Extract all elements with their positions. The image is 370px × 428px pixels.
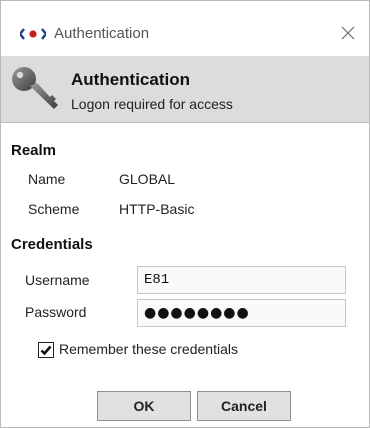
close-icon[interactable]	[340, 25, 356, 41]
cancel-button[interactable]: Cancel	[197, 391, 291, 421]
password-input[interactable]	[137, 299, 346, 327]
banner-title: Authentication	[71, 70, 190, 89]
window-title: Authentication	[54, 25, 150, 42]
banner-subtitle: Logon required for access	[71, 96, 233, 112]
realm-name-label: Name	[28, 171, 66, 187]
password-label: Password	[25, 304, 87, 320]
realm-scheme-value: HTTP-Basic	[119, 201, 195, 217]
remember-credentials-checkbox[interactable]	[38, 342, 54, 358]
remember-credentials-label[interactable]: Remember these credentials	[59, 341, 238, 357]
title-bar[interactable]: Authentication	[1, 1, 369, 55]
realm-heading: Realm	[11, 142, 57, 159]
checkmark-icon	[40, 345, 52, 356]
username-input[interactable]	[137, 266, 346, 294]
credentials-heading: Credentials	[11, 236, 93, 253]
ok-button[interactable]: OK	[97, 391, 191, 421]
key-icon	[12, 67, 58, 109]
authentication-dialog: Authentication Authentication Logon requ…	[0, 0, 370, 428]
niagara-logo-icon	[20, 28, 46, 40]
header-banner: Authentication Logon required for access	[1, 56, 369, 123]
realm-name-value: GLOBAL	[119, 171, 176, 187]
username-label: Username	[25, 272, 90, 288]
realm-scheme-label: Scheme	[28, 201, 80, 217]
